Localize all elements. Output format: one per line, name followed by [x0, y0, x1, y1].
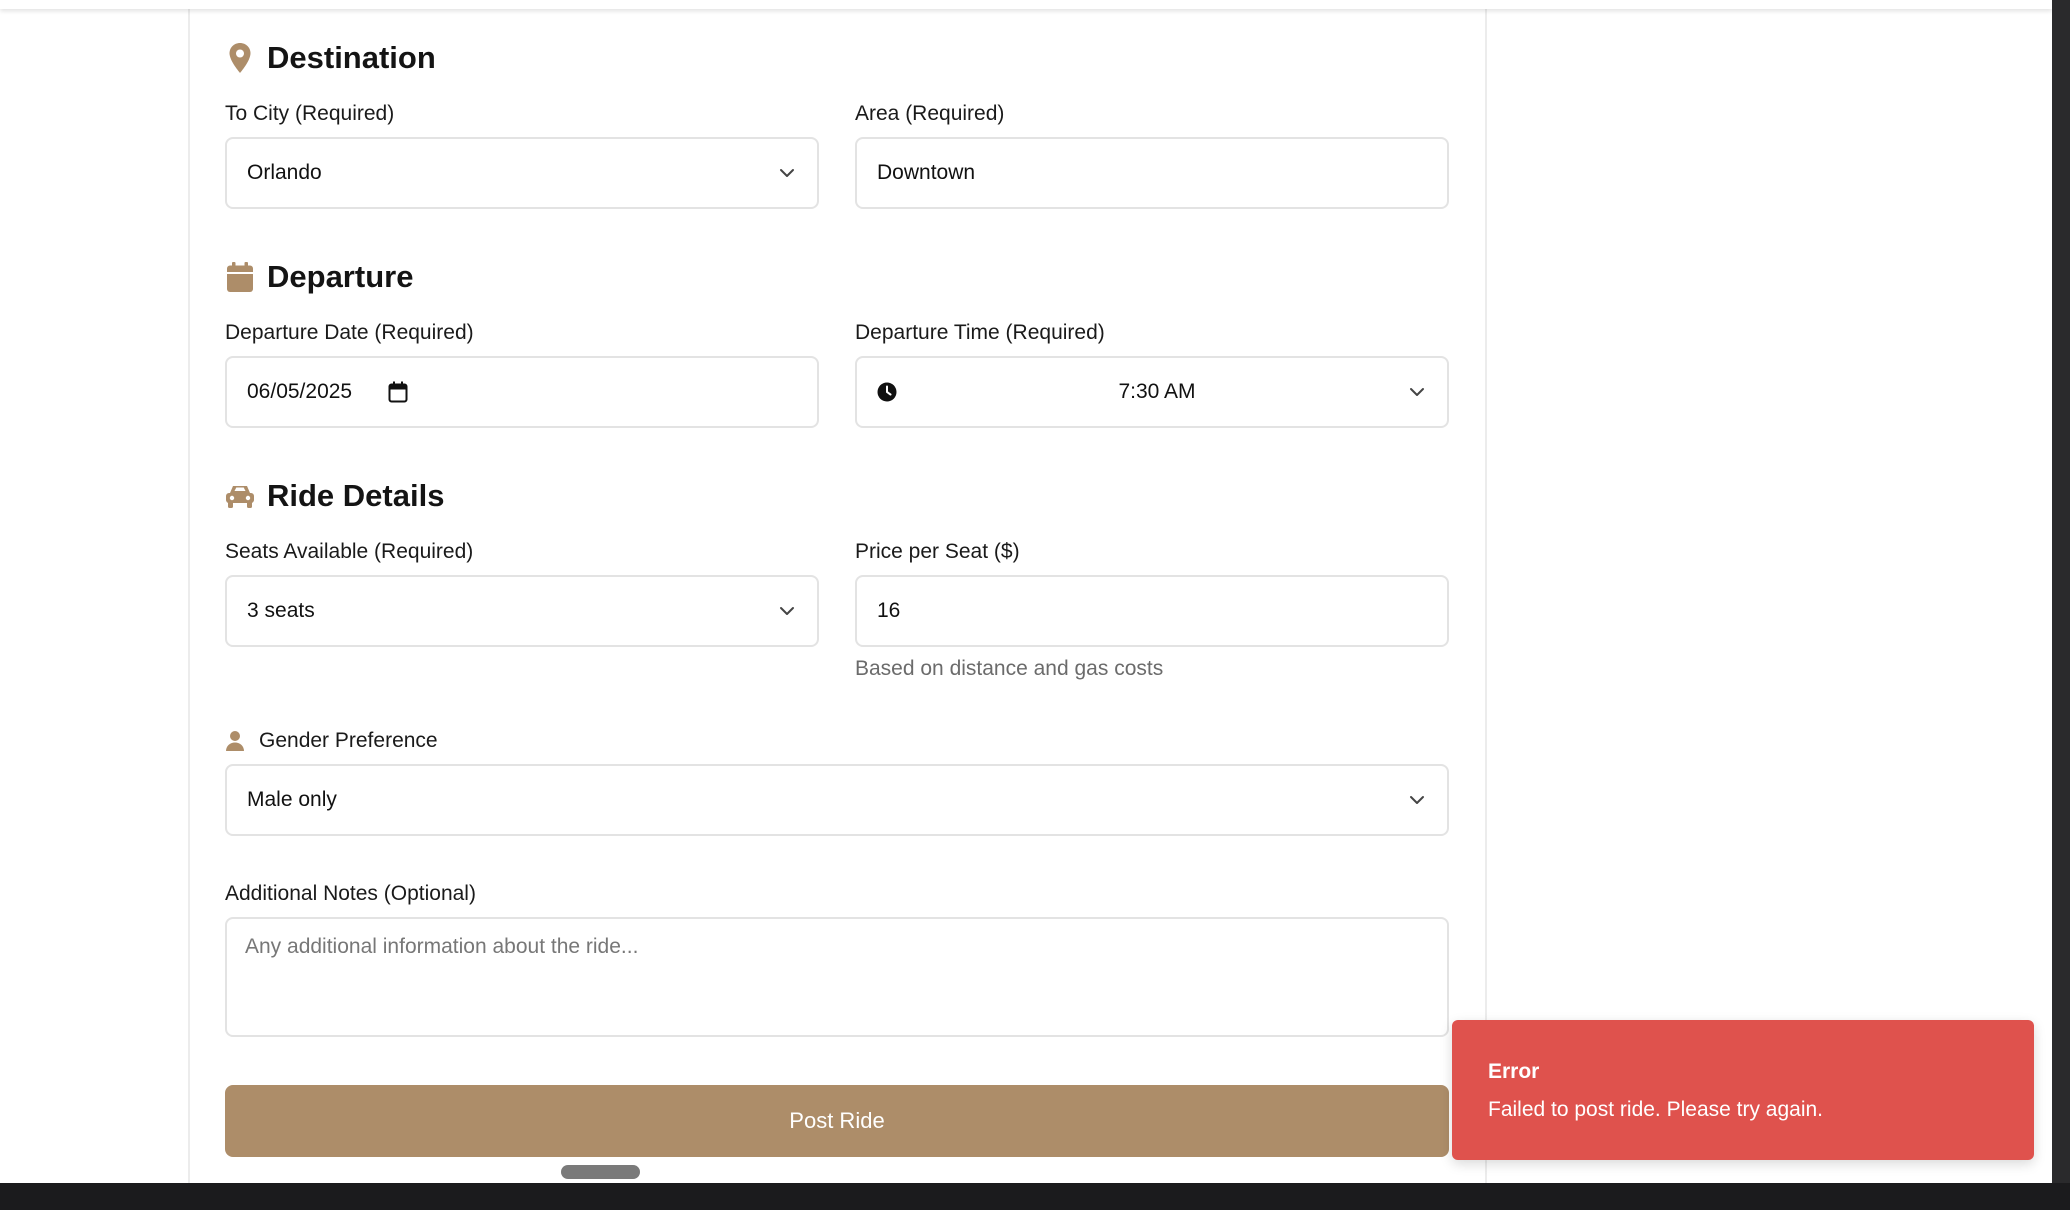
seats-value: 3 seats [247, 599, 315, 622]
destination-title-text: Destination [267, 40, 436, 75]
chevron-down-icon [1407, 382, 1427, 402]
notes-placeholder: Any additional information about the rid… [245, 935, 639, 958]
price-label: Price per Seat ($) [855, 540, 1020, 563]
person-icon [225, 730, 245, 752]
ride-details-title-text: Ride Details [267, 478, 445, 513]
departure-title-text: Departure [267, 259, 414, 294]
top-header-bar [0, 0, 2052, 9]
chevron-down-icon [777, 601, 797, 621]
map-pin-icon [225, 42, 255, 74]
area-input[interactable]: Downtown [855, 137, 1449, 209]
departure-time-label: Departure Time (Required) [855, 321, 1105, 344]
seats-label: Seats Available (Required) [225, 540, 474, 563]
chevron-down-icon [777, 163, 797, 183]
post-ride-button[interactable]: Post Ride [225, 1085, 1449, 1157]
departure-date-input[interactable]: 06/05/2025 [225, 356, 819, 428]
destination-section-title: Destination [225, 40, 436, 76]
calendar-icon [225, 261, 255, 293]
departure-time-value: 7:30 AM [1118, 380, 1196, 403]
taskbar-strip [0, 1183, 2070, 1210]
departure-section-title: Departure [225, 259, 413, 295]
gender-preference-value: Male only [247, 788, 337, 811]
clock-icon [877, 382, 897, 402]
car-icon [225, 480, 255, 512]
price-hint: Based on distance and gas costs [855, 657, 1164, 680]
toast-title: Error [1488, 1060, 1540, 1083]
calendar-picker-icon[interactable] [388, 381, 408, 403]
notes-label: Additional Notes (Optional) [225, 882, 476, 905]
gender-preference-label: Gender Preference [225, 729, 438, 753]
seats-select[interactable]: 3 seats [225, 575, 819, 647]
notes-textarea[interactable]: Any additional information about the rid… [225, 917, 1449, 1037]
page-viewport: Destination To City (Required) Orlando A… [0, 0, 2052, 1183]
departure-date-label: Departure Date (Required) [225, 321, 474, 344]
area-label: Area (Required) [855, 102, 1005, 125]
window-right-edge [2052, 0, 2070, 1183]
toast-message: Failed to post ride. Please try again. [1488, 1098, 1824, 1121]
to-city-label: To City (Required) [225, 102, 395, 125]
ride-details-section-title: Ride Details [225, 478, 444, 514]
area-value: Downtown [877, 161, 976, 184]
horizontal-scrollbar-handle[interactable] [561, 1165, 640, 1179]
gender-preference-label-text: Gender Preference [259, 729, 438, 752]
price-value: 16 [877, 599, 901, 622]
departure-date-value: 06/05/2025 [247, 380, 353, 403]
gender-preference-select[interactable]: Male only [225, 764, 1449, 836]
chevron-down-icon [1407, 790, 1427, 810]
error-toast[interactable]: Error Failed to post ride. Please try ag… [1452, 1020, 2034, 1160]
price-input[interactable]: 16 [855, 575, 1449, 647]
departure-time-select[interactable]: 7:30 AM [855, 356, 1449, 428]
to-city-value: Orlando [247, 161, 322, 184]
to-city-select[interactable]: Orlando [225, 137, 819, 209]
